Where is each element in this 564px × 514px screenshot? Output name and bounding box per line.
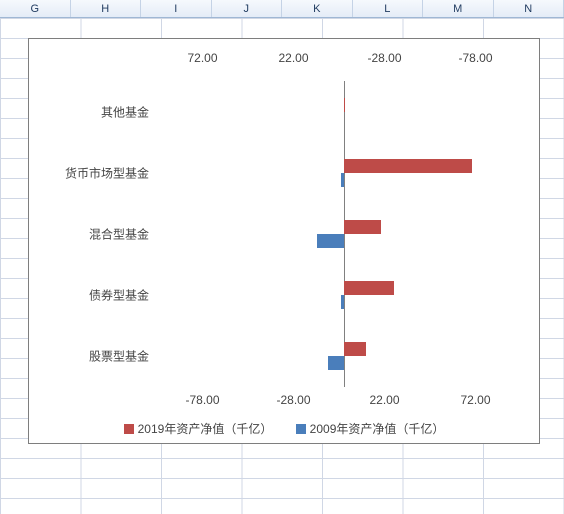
primary-x-axis: -78.00 -28.00 22.00 72.00	[157, 393, 521, 409]
col-M[interactable]: M	[423, 0, 494, 17]
legend-label-2009: 2009年资产净值（千亿）	[310, 422, 445, 436]
col-H[interactable]: H	[71, 0, 142, 17]
bar-2009	[341, 295, 345, 309]
category-label: 货币市场型基金	[37, 164, 149, 181]
secondary-x-axis: 72.00 22.00 -28.00 -78.00	[157, 51, 521, 67]
bar-2019	[344, 98, 345, 112]
legend-item-2019: 2019年资产净值（千亿）	[124, 420, 273, 437]
x-tick-bottom: 72.00	[460, 393, 490, 407]
bar-2019	[344, 281, 393, 295]
col-N[interactable]: N	[494, 0, 564, 17]
x-tick-top: 22.00	[278, 51, 308, 65]
col-G[interactable]: G	[0, 0, 71, 17]
bar-2019	[344, 159, 471, 173]
category-label: 其他基金	[37, 103, 149, 120]
x-tick-bottom: -28.00	[276, 393, 310, 407]
legend-label-2019: 2019年资产净值（千亿）	[138, 422, 273, 436]
x-tick-top: -78.00	[458, 51, 492, 65]
bar-2009	[328, 356, 344, 370]
legend-item-2009: 2009年资产净值（千亿）	[296, 420, 445, 437]
bar-2019	[344, 342, 366, 356]
legend-swatch-blue	[296, 424, 306, 434]
category-label: 股票型基金	[37, 348, 149, 365]
zero-line	[344, 81, 345, 387]
column-header-row: G H I J K L M N	[0, 0, 564, 18]
bar-2009	[317, 234, 344, 248]
x-tick-top: 72.00	[187, 51, 217, 65]
col-L[interactable]: L	[353, 0, 424, 17]
plot-area: 其他基金货币市场型基金混合型基金债券型基金股票型基金	[157, 81, 521, 387]
x-tick-bottom: 22.00	[369, 393, 399, 407]
chart-legend: 2019年资产净值（千亿） 2009年资产净值（千亿）	[29, 420, 539, 437]
embedded-chart[interactable]: 72.0022.00-28.00-78.00 其他基金货币市场型基金混合型基金债…	[28, 38, 540, 444]
bar-2019	[344, 220, 380, 234]
col-K[interactable]: K	[282, 0, 353, 17]
bar-2009	[341, 173, 345, 187]
legend-swatch-red	[124, 424, 134, 434]
category-label: 债券型基金	[37, 287, 149, 304]
col-J[interactable]: J	[212, 0, 283, 17]
x-tick-bottom: -78.00	[185, 393, 219, 407]
col-I[interactable]: I	[141, 0, 212, 17]
category-label: 混合型基金	[37, 226, 149, 243]
x-tick-top: -28.00	[367, 51, 401, 65]
